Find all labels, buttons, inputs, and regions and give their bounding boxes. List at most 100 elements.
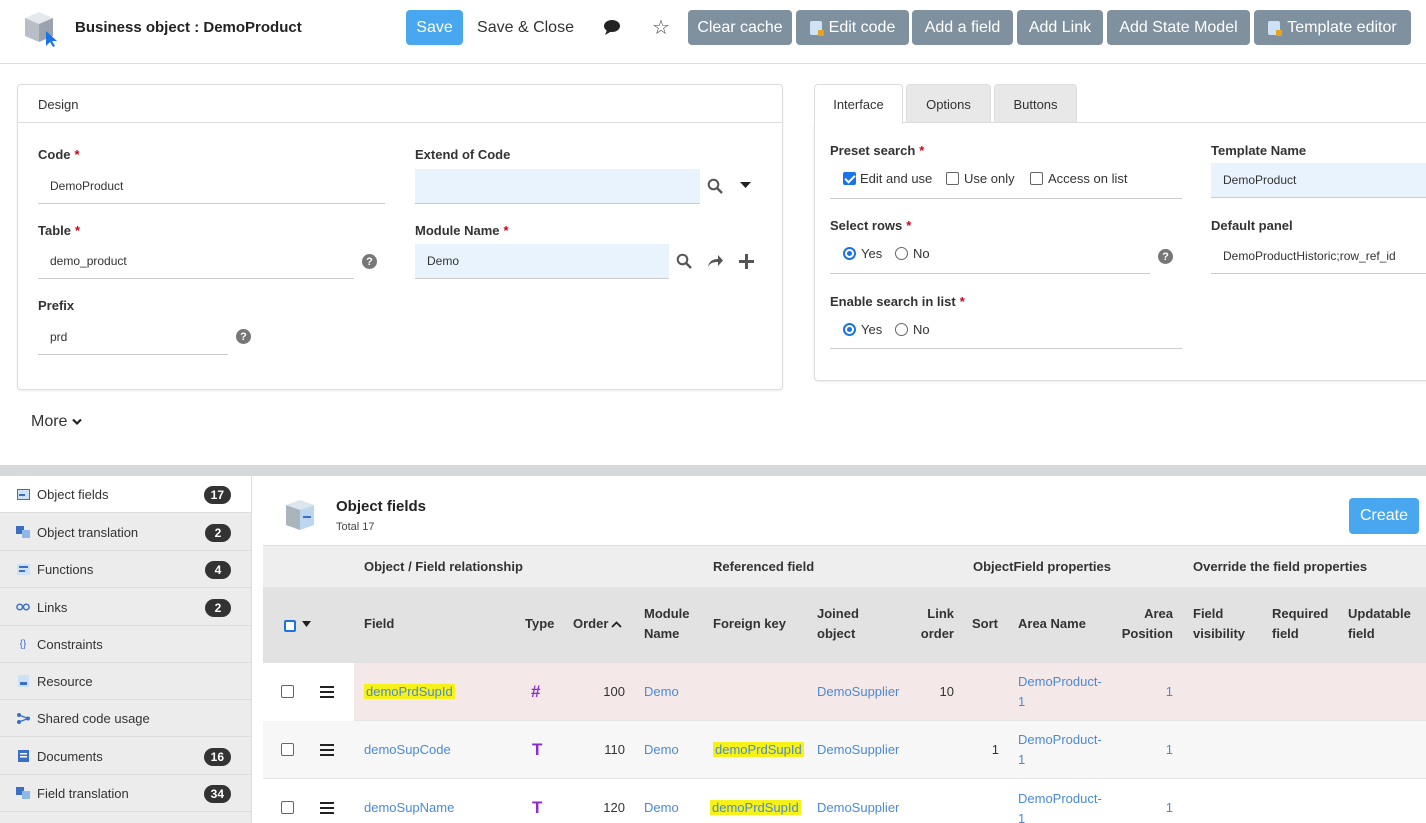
col-joined-object[interactable]: Joined object bbox=[817, 604, 859, 644]
sidebar-item-links[interactable]: Links 2 bbox=[0, 589, 251, 626]
module-add-icon[interactable] bbox=[739, 254, 754, 269]
row-area-name-link[interactable]: DemoProduct- 1 bbox=[1018, 789, 1102, 823]
module-name-input[interactable]: Demo bbox=[415, 244, 669, 279]
col-module-name[interactable]: Module Name bbox=[644, 604, 690, 644]
table-label: Table * bbox=[38, 223, 81, 238]
select-rows-label: Select rows * bbox=[830, 218, 912, 233]
create-button[interactable]: Create bbox=[1349, 498, 1419, 534]
links-icon bbox=[16, 601, 30, 613]
prefix-input[interactable]: prd bbox=[38, 320, 228, 355]
constraints-braces-icon: {} bbox=[19, 638, 27, 650]
comment-icon[interactable] bbox=[602, 18, 622, 36]
extend-of-code-input[interactable] bbox=[415, 169, 700, 204]
row-joined-object-link[interactable]: DemoSupplier bbox=[817, 798, 899, 818]
save-close-button[interactable]: Save & Close bbox=[474, 10, 577, 45]
use-only-checkbox[interactable] bbox=[946, 172, 959, 185]
shared-code-icon bbox=[16, 712, 30, 724]
select-rows-no-label: No bbox=[913, 246, 930, 261]
sidebar-item-field-translation[interactable]: Field translation 34 bbox=[0, 775, 251, 812]
col-updatable-field[interactable]: Updatable field bbox=[1348, 604, 1411, 644]
table-input[interactable]: demo_product bbox=[38, 244, 354, 279]
row-joined-object-link[interactable]: DemoSupplier bbox=[817, 740, 899, 760]
code-input[interactable]: DemoProduct bbox=[38, 169, 385, 204]
col-field-visibility[interactable]: Field visibility bbox=[1193, 604, 1245, 644]
save-button[interactable]: Save bbox=[406, 10, 463, 45]
col-area-name[interactable]: Area Name bbox=[1018, 614, 1086, 634]
row-module-link[interactable]: Demo bbox=[644, 798, 679, 818]
edit-code-button[interactable]: Edit code bbox=[796, 10, 909, 45]
col-sort[interactable]: Sort bbox=[972, 614, 998, 634]
row-field-link[interactable]: demoSupName bbox=[364, 798, 454, 818]
prefix-help-icon[interactable]: ? bbox=[236, 329, 251, 344]
sidebar-item-object-fields[interactable]: Object fields 17 bbox=[0, 476, 251, 513]
template-name-input[interactable]: DemoProduct bbox=[1211, 163, 1426, 198]
edit-and-use-checkbox[interactable] bbox=[843, 172, 856, 185]
row-foreign-key-link[interactable]: demoPrdSupId bbox=[713, 740, 804, 760]
clear-cache-button[interactable]: Clear cache bbox=[688, 10, 792, 45]
row-module-link[interactable]: Demo bbox=[644, 740, 679, 760]
section-divider[interactable] bbox=[0, 465, 1426, 476]
enable-search-yes-label: Yes bbox=[861, 322, 883, 337]
select-all-checkbox[interactable] bbox=[284, 620, 296, 632]
row-drag-handle-icon[interactable] bbox=[320, 744, 334, 756]
col-area-position[interactable]: Area Position bbox=[1118, 604, 1173, 644]
extend-dropdown-caret-icon[interactable] bbox=[740, 181, 751, 189]
col-foreign-key[interactable]: Foreign key bbox=[713, 614, 786, 634]
enable-search-no-radio[interactable] bbox=[895, 323, 908, 336]
sidebar-item-object-translation[interactable]: Object translation 2 bbox=[0, 514, 251, 551]
col-order-label: Order bbox=[573, 616, 609, 631]
default-panel-input[interactable]: DemoProductHistoric;row_ref_id bbox=[1211, 239, 1426, 274]
add-state-model-button[interactable]: Add State Model bbox=[1107, 10, 1250, 45]
row-checkbox[interactable] bbox=[281, 685, 294, 698]
table-help-icon[interactable]: ? bbox=[362, 254, 377, 269]
sidebar-item-resource[interactable]: Resource bbox=[0, 663, 251, 700]
row-area-name-link[interactable]: DemoProduct- 1 bbox=[1018, 672, 1102, 712]
row-checkbox[interactable] bbox=[281, 743, 294, 756]
module-open-link-icon[interactable] bbox=[707, 254, 724, 268]
access-on-list-checkbox[interactable] bbox=[1030, 172, 1043, 185]
row-joined-object-link[interactable]: DemoSupplier bbox=[817, 682, 899, 702]
row-foreign-key-link[interactable]: demoPrdSupId bbox=[710, 798, 801, 818]
tab-options[interactable]: Options bbox=[906, 84, 991, 123]
row-area-position[interactable]: 1 bbox=[1118, 798, 1173, 818]
more-label: More bbox=[31, 413, 68, 430]
col-required-field[interactable]: Required field bbox=[1272, 604, 1328, 644]
more-toggle[interactable]: More bbox=[31, 413, 83, 431]
add-field-button[interactable]: Add a field bbox=[912, 10, 1013, 45]
col-type[interactable]: Type bbox=[525, 614, 554, 634]
row-drag-handle-icon[interactable] bbox=[320, 802, 334, 814]
template-editor-button[interactable]: Template editor bbox=[1254, 10, 1411, 45]
sidebar-item-shared-code-usage[interactable]: Shared code usage bbox=[0, 700, 251, 737]
row-field-link[interactable]: demoPrdSupId bbox=[364, 682, 455, 702]
row-field-link[interactable]: demoSupCode bbox=[364, 740, 451, 760]
tab-interface[interactable]: Interface bbox=[814, 84, 903, 124]
favorite-star-icon[interactable]: ☆ bbox=[650, 16, 672, 39]
col-link-order[interactable]: Link order bbox=[904, 604, 954, 644]
col-order[interactable]: Order bbox=[573, 614, 623, 634]
tab-buttons[interactable]: Buttons bbox=[994, 84, 1077, 123]
sidebar-item-functions[interactable]: Functions 4 bbox=[0, 551, 251, 588]
row-checkbox[interactable] bbox=[281, 801, 294, 814]
module-search-icon[interactable] bbox=[676, 253, 692, 269]
sidebar-item-constraints[interactable]: {} Constraints bbox=[0, 626, 251, 663]
sidebar-item-documents[interactable]: Documents 16 bbox=[0, 738, 251, 775]
row-module-link[interactable]: Demo bbox=[644, 682, 679, 702]
list-total: Total 17 bbox=[336, 521, 375, 533]
row-drag-handle-icon[interactable] bbox=[320, 686, 334, 698]
select-rows-no-radio[interactable] bbox=[895, 247, 908, 260]
select-rows-help-icon[interactable]: ? bbox=[1158, 249, 1173, 264]
template-editor-label: Template editor bbox=[1287, 18, 1397, 36]
row-area-name-link[interactable]: DemoProduct- 1 bbox=[1018, 730, 1102, 770]
default-panel-label: Default panel bbox=[1211, 218, 1293, 233]
row-order: 120 bbox=[603, 800, 625, 815]
select-rows-yes-radio[interactable] bbox=[843, 247, 856, 260]
add-link-button[interactable]: Add Link bbox=[1017, 10, 1103, 45]
row-area-position[interactable]: 1 bbox=[1118, 682, 1173, 702]
functions-count-badge: 4 bbox=[205, 561, 231, 579]
enable-search-yes-radio[interactable] bbox=[843, 323, 856, 336]
select-all-caret-icon[interactable] bbox=[302, 621, 311, 627]
group-override-field-properties: Override the field properties bbox=[1193, 559, 1368, 574]
col-field[interactable]: Field bbox=[364, 614, 394, 634]
row-area-position[interactable]: 1 bbox=[1118, 740, 1173, 760]
extend-search-icon[interactable] bbox=[707, 178, 723, 194]
